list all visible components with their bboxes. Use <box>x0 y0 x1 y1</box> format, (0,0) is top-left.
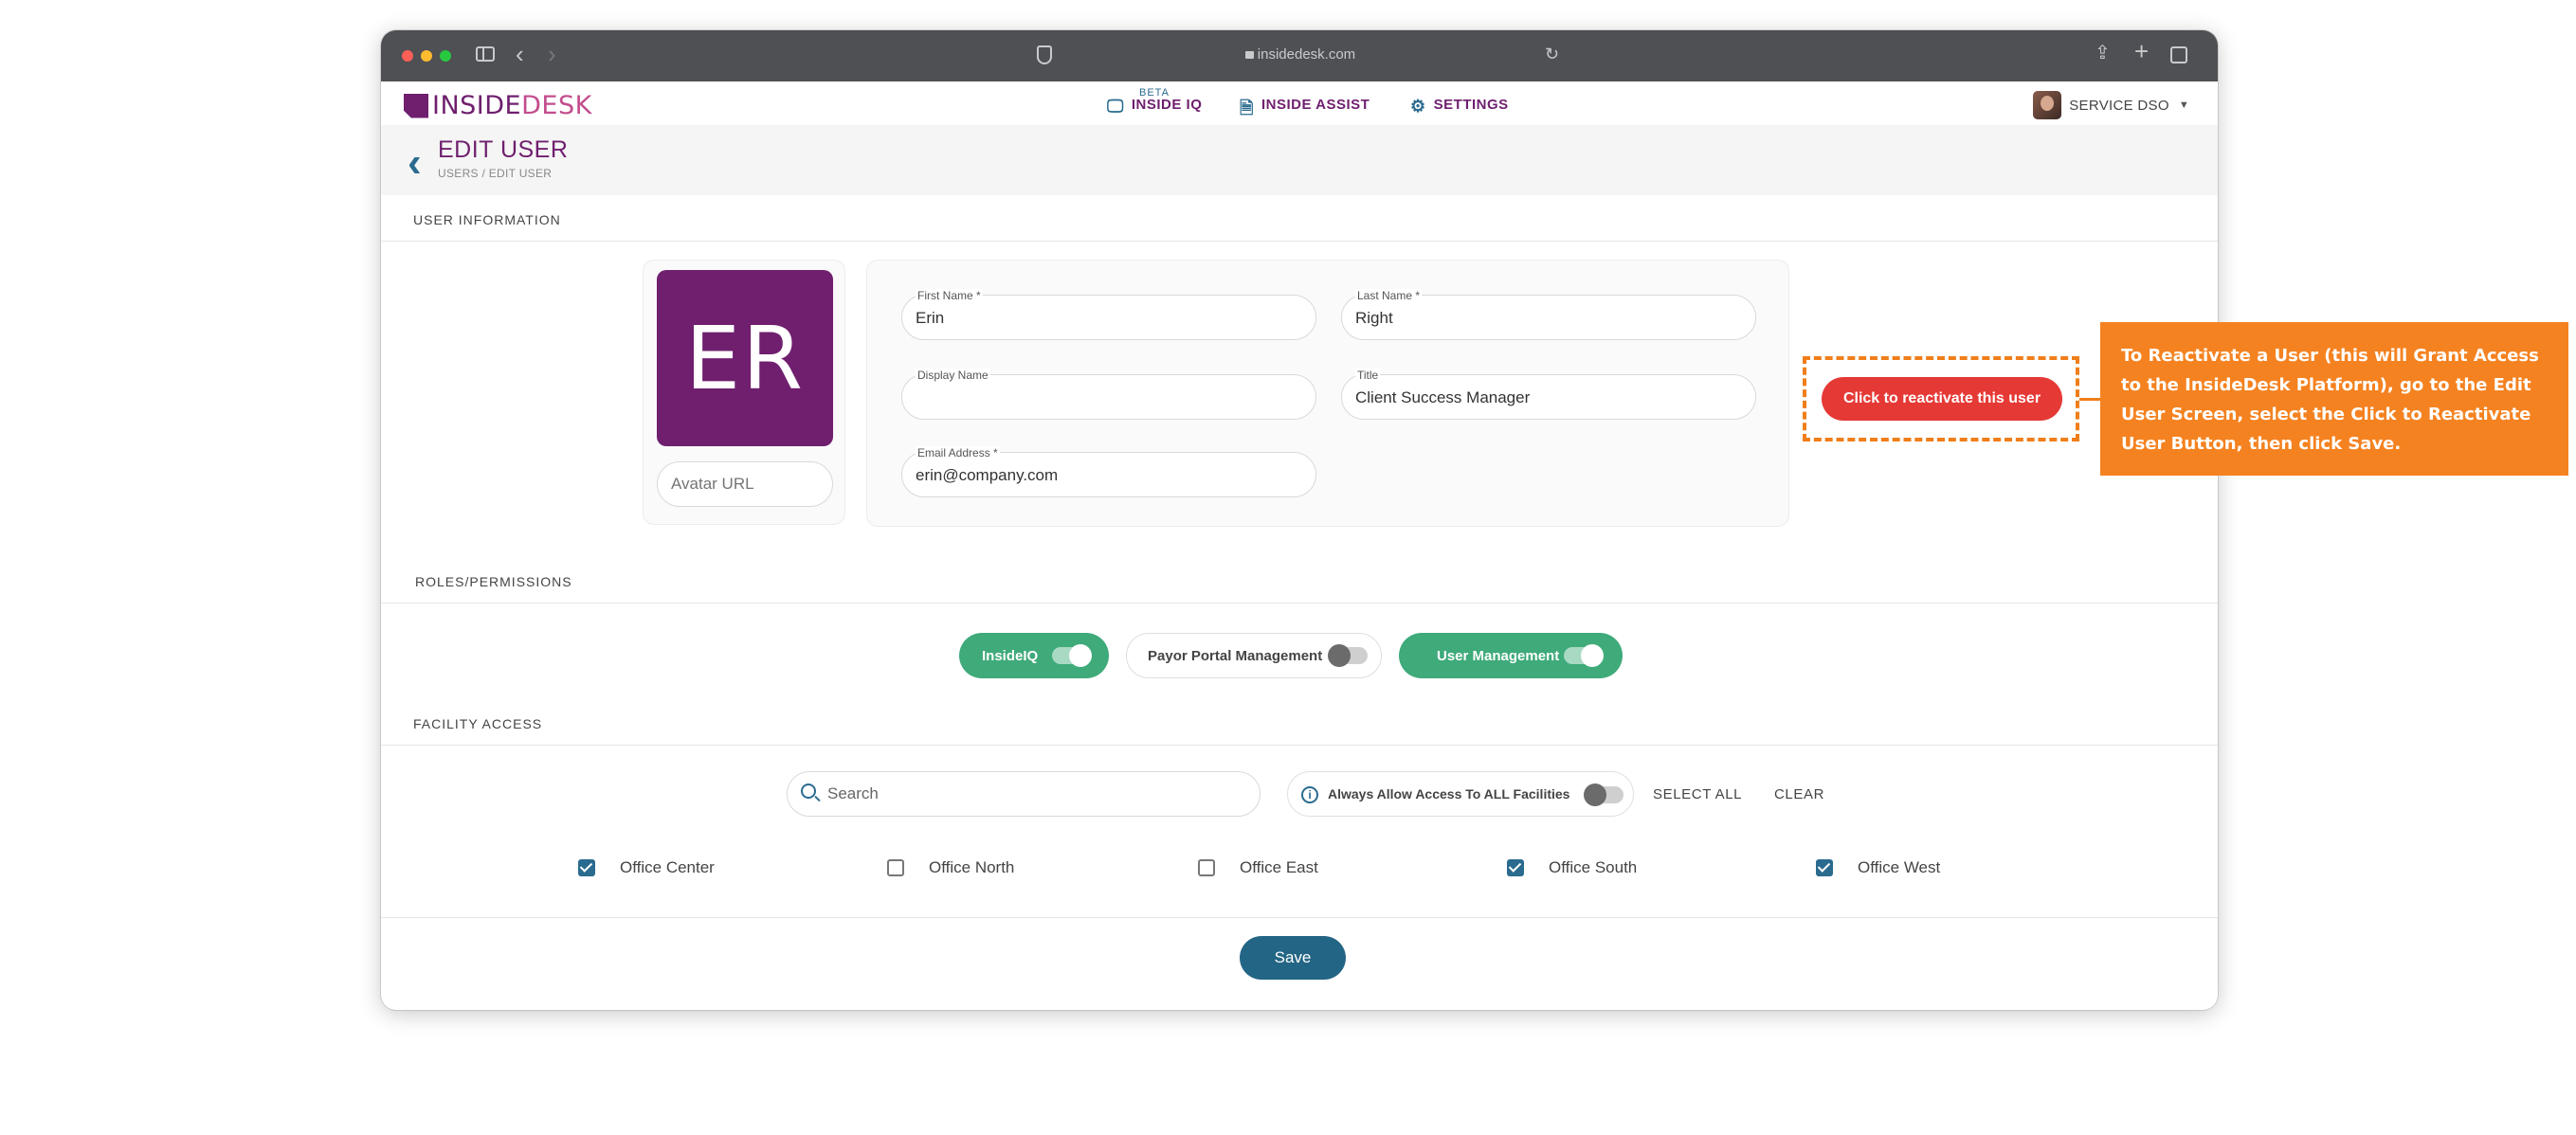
last-name-value: Right <box>1355 309 1393 327</box>
monitor-icon: 🖵 <box>1107 97 1124 116</box>
last-name-label: Last Name * <box>1355 289 1423 302</box>
checkbox-unchecked[interactable] <box>1198 859 1215 876</box>
clear-button[interactable]: CLEAR <box>1774 786 1824 802</box>
forward-arrow-icon[interactable]: › <box>548 42 556 66</box>
checkbox-checked[interactable] <box>1507 859 1524 876</box>
email-label: Email Address * <box>916 446 1000 459</box>
facility-office-north[interactable]: Office North <box>887 858 1014 877</box>
facility-label: Office East <box>1240 858 1318 876</box>
section-facility-access: FACILITY ACCESS <box>413 716 543 731</box>
role-label: Payor Portal Management <box>1148 647 1323 664</box>
info-icon: i <box>1301 786 1318 803</box>
page-title: EDIT USER <box>438 136 569 163</box>
nav-inside-iq-label: INSIDE IQ <box>1131 97 1203 113</box>
gear-icon: ⚙ <box>1410 97 1426 116</box>
section-user-information: USER INFORMATION <box>413 212 561 227</box>
facility-office-center[interactable]: Office Center <box>578 858 715 877</box>
facility-label: Office North <box>929 858 1015 876</box>
divider <box>381 917 2218 918</box>
save-button[interactable]: Save <box>1240 936 1346 980</box>
toggle-switch[interactable] <box>1328 644 1368 667</box>
avatar-card: ER <box>643 260 845 525</box>
role-toggle-insideiq[interactable]: InsideIQ <box>959 633 1109 678</box>
title-field[interactable]: Title Client Success Manager <box>1341 369 1756 420</box>
new-tab-icon[interactable]: + <box>2134 39 2149 63</box>
last-name-field[interactable]: Last Name * Right <box>1341 289 1756 340</box>
display-name-label: Display Name <box>916 369 990 382</box>
search-icon <box>801 784 816 799</box>
select-all-button[interactable]: SELECT ALL <box>1653 786 1742 802</box>
browser-toolbar: ‹ › insidedesk.com ↻ ⇪ + <box>381 30 2218 81</box>
section-roles-permissions: ROLES/PERMISSIONS <box>415 574 572 589</box>
facility-label: Office West <box>1858 858 1941 876</box>
reactivate-highlight: Click to reactivate this user <box>1803 356 2079 441</box>
checkbox-checked[interactable] <box>578 859 595 876</box>
user-menu[interactable]: SERVICE DSO ▼ <box>2033 91 2189 119</box>
avatar-initials: ER <box>657 270 833 446</box>
display-name-field[interactable]: Display Name <box>901 369 1316 420</box>
sidebar-toggle-icon[interactable] <box>476 46 495 62</box>
maximize-window-button[interactable] <box>440 50 451 62</box>
toggle-switch[interactable] <box>1052 644 1092 667</box>
user-menu-label: SERVICE DSO <box>2069 97 2169 114</box>
nav-inside-assist-label: INSIDE ASSIST <box>1261 97 1370 113</box>
always-allow-toggle[interactable]: i Always Allow Access To ALL Facilities <box>1287 771 1634 817</box>
minimize-window-button[interactable] <box>421 50 432 62</box>
role-toggle-user-management[interactable]: User Management <box>1399 633 1623 678</box>
toggle-switch[interactable] <box>1584 784 1624 806</box>
lock-icon <box>1244 51 1254 59</box>
nav-settings-label: SETTINGS <box>1433 97 1509 113</box>
title-label: Title <box>1355 369 1381 382</box>
divider <box>381 745 2218 746</box>
divider <box>381 241 2218 242</box>
back-chevron-icon[interactable]: ‹ <box>408 142 422 184</box>
avatar <box>2033 91 2062 119</box>
title-value: Client Success Manager <box>1355 388 1531 406</box>
share-icon[interactable]: ⇪ <box>2095 44 2111 63</box>
facility-office-south[interactable]: Office South <box>1507 858 1637 877</box>
role-toggle-payor-portal[interactable]: Payor Portal Management <box>1126 633 1382 678</box>
checkbox-unchecked[interactable] <box>887 859 904 876</box>
email-field[interactable]: Email Address * erin@company.com <box>901 446 1316 497</box>
document-icon: 🗎 <box>1240 99 1254 117</box>
facility-label: Office Center <box>620 858 715 876</box>
browser-window: ‹ › insidedesk.com ↻ ⇪ + INSIDEDESK BETA… <box>381 30 2218 1010</box>
search-placeholder: Search <box>827 784 879 802</box>
caret-down-icon: ▼ <box>2178 99 2189 111</box>
avatar-url-input[interactable] <box>657 461 833 507</box>
user-form-card: First Name * Erin Last Name * Right Disp… <box>866 260 1789 527</box>
facility-search-input[interactable]: Search <box>787 771 1261 817</box>
facility-label: Office South <box>1549 858 1638 876</box>
close-window-button[interactable] <box>402 50 413 62</box>
first-name-field[interactable]: First Name * Erin <box>901 289 1316 340</box>
instruction-callout: To Reactivate a User (this will Grant Ac… <box>2100 322 2568 476</box>
role-label: InsideIQ <box>982 647 1039 664</box>
checkbox-checked[interactable] <box>1816 859 1833 876</box>
breadcrumb[interactable]: USERS / EDIT USER <box>438 167 552 180</box>
role-label: User Management <box>1437 647 1560 664</box>
reactivate-user-button[interactable]: Click to reactivate this user <box>1822 377 2062 421</box>
privacy-shield-icon[interactable] <box>1037 45 1052 64</box>
page-header: ‹ EDIT USER USERS / EDIT USER <box>381 125 2218 195</box>
address-bar[interactable]: insidedesk.com <box>1196 46 1405 63</box>
back-arrow-icon[interactable]: ‹ <box>516 42 524 66</box>
address-bar-url: insidedesk.com <box>1257 46 1356 63</box>
reload-icon[interactable]: ↻ <box>1545 45 1559 63</box>
facility-office-west[interactable]: Office West <box>1816 858 1940 877</box>
always-allow-label: Always Allow Access To ALL Facilities <box>1328 786 1570 802</box>
toggle-switch[interactable] <box>1564 644 1604 667</box>
tab-overview-icon[interactable] <box>2170 46 2187 63</box>
divider <box>381 603 2218 604</box>
first-name-value: Erin <box>916 309 945 327</box>
first-name-label: First Name * <box>916 289 983 302</box>
email-value: erin@company.com <box>916 466 1059 484</box>
facility-office-east[interactable]: Office East <box>1198 858 1318 877</box>
callout-connector <box>2079 398 2100 401</box>
